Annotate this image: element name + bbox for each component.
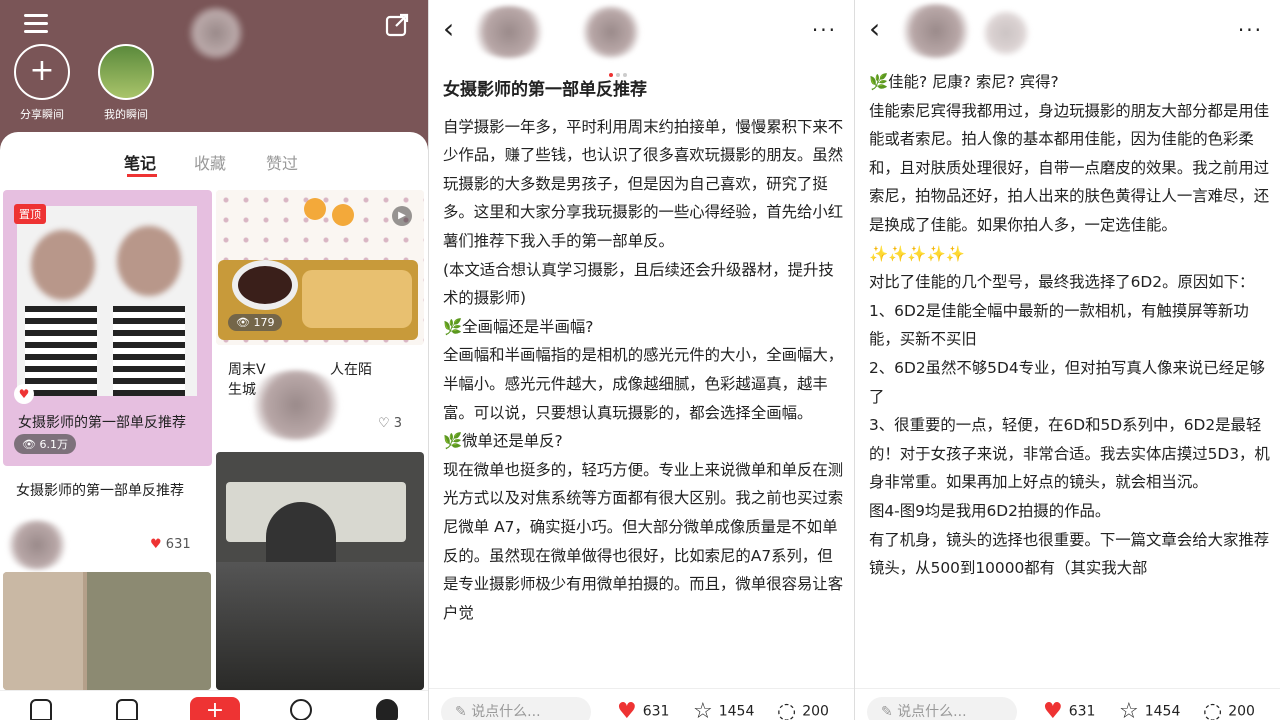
article-panel-continued: ‹ ··· 🌿佳能? 尼康? 索尼? 宾得? 佳能索尼宾得我都用过，身边玩摄影的… [854,0,1280,720]
tab-notes[interactable]: 笔记 [124,150,156,174]
messages-icon[interactable] [290,699,312,720]
list-item: 1、6D2是佳能全幅中最新的一款相机，有触摸屏等新功能，买新不买旧 [869,301,1249,349]
paragraph: 有了机身，镜头的选择也很重要。下一篇文章会给大家推荐镜头，从500到10000都… [869,530,1270,578]
section-heading: 🌿全画幅还是半画幅? [443,317,594,336]
field-thumbnail [98,44,154,100]
blurred-username [579,6,643,58]
paragraph: 自学摄影一年多，平时利用周末约拍接单，慢慢累积下来不少作品，赚了些钱，也认识了很… [443,117,844,250]
engagement-bar: ✎ 说点什么... ♥ 631 ☆ 1454 ◌ 200 [429,688,854,720]
more-icon[interactable]: ··· [812,18,837,42]
article-body: 🌿佳能? 尼康? 索尼? 宾得? 佳能索尼宾得我都用过，身边玩摄影的朋友大部分都… [869,68,1273,583]
article-header: ‹ ··· [855,0,1280,62]
more-icon[interactable]: ··· [1238,18,1263,42]
blurred-avatar [469,6,549,58]
note-likes[interactable]: ♥ 631 [150,537,191,552]
list-item: 3、很重要的一点，轻便，在6D和5D系列中，6D2是最轻的！对于女孩子来说，非常… [869,416,1270,492]
menu-icon[interactable] [24,14,48,34]
tab-favorites[interactable]: 收藏 [194,150,226,174]
section-heading: 🌿微单还是单反? [443,432,563,451]
blurred-username [981,10,1031,56]
paragraph: 图4-图9均是我用6D2拍摄的作品。 [869,501,1111,520]
comment-icon: ◌ [777,699,797,720]
blurred-avatar [897,4,975,58]
publish-button[interactable]: + [190,697,240,720]
comment-button[interactable]: ◌ 200 [777,699,829,720]
likes-count: 631 [165,537,191,552]
shop-icon[interactable] [116,699,138,720]
paragraph: 全画幅和半画幅指的是相机的感光元件的大小，全画幅大，半幅小。感光元件越大，成像越… [443,346,844,422]
pinned-badge: 置顶 [14,204,46,224]
video-play-icon: ▶ [392,206,412,226]
paragraph: 对比了佳能的几个型号，最终我选择了6D2。原因如下： [869,273,1255,292]
views-count: 6.1万 [39,438,68,451]
profile-icon[interactable] [376,699,398,720]
engagement-bar: ✎ 说点什么... ♥ 631 ☆ 1454 ◌ 200 [855,688,1280,720]
views-badge: 👁 179 [228,314,283,331]
views-count: 179 [253,316,275,329]
back-icon[interactable]: ‹ [869,14,880,44]
back-icon[interactable]: ‹ [443,14,454,44]
favorite-button[interactable]: ☆ 1454 [1119,699,1180,720]
building-note-card[interactable] [3,572,211,690]
comment-icon: ◌ [1203,699,1223,720]
section-heading: 🌿佳能? 尼康? 索尼? 宾得? [869,73,1059,91]
comment-input[interactable]: ✎ 说点什么... [867,697,1017,720]
views-badge: 👁 6.1万 [14,434,76,454]
article-panel: ‹ ··· 女摄影师的第一部单反推荐 自学摄影一年多，平时利用周末约拍接单，慢慢… [428,0,854,720]
note-title[interactable]: 女摄影师的第一部单反推荐 [16,480,202,502]
article-header: ‹ ··· [429,0,854,62]
share-moment[interactable]: + 分享瞬间 [2,44,82,122]
card-overlay-title: 女摄影师的第一部单反推荐 [18,415,186,431]
sparkle-divider: ✨✨✨✨✨ [869,244,965,263]
share-moment-label: 分享瞬间 [20,108,64,121]
my-moment-label: 我的瞬间 [104,108,148,121]
people-photo [17,206,197,396]
blurred-avatar [186,6,246,60]
heart-icon: ♥ [14,384,34,404]
plus-icon: + [14,44,70,100]
comment-input[interactable]: ✎ 说点什么... [441,697,591,720]
likes-count: 3 [393,416,403,431]
paragraph: 佳能索尼宾得我都用过，身边玩摄影的朋友大部分都是用佳能或者索尼。拍人像的基本都用… [869,101,1270,234]
tab-liked[interactable]: 赞过 [266,150,298,174]
favorite-button[interactable]: ☆ 1454 [693,699,754,720]
active-tab-underline [127,174,157,177]
heart-outline-icon: ♡ [378,416,390,431]
my-moment[interactable]: 我的瞬间 [86,44,166,122]
bottom-nav: + [0,690,428,720]
paragraph: (本文适合想认真学习摄影，且后续还会升级器材，提升技术的摄影师) [443,260,834,308]
note-likes[interactable]: ♡ 3 [378,416,402,431]
heart-icon: ♥ [150,537,162,552]
bridge-note-card[interactable] [216,452,424,690]
blurred-overlay [246,370,346,440]
home-icon[interactable] [30,699,52,720]
share-out-icon[interactable] [384,12,410,38]
star-icon: ☆ [693,699,713,720]
article-title: 女摄影师的第一部单反推荐 [443,80,647,100]
star-icon: ☆ [1119,699,1139,720]
profile-panel: + 分享瞬间 我的瞬间 笔记 收藏 赞过 置顶 ♥ 女摄影师的第一部单反推荐 👁… [0,0,428,720]
comment-button[interactable]: ◌ 200 [1203,699,1255,720]
like-button[interactable]: ♥ 631 [617,699,669,720]
like-button[interactable]: ♥ 631 [1043,699,1095,720]
blurred-avatar [4,520,70,570]
heart-icon: ♥ [617,699,637,720]
paragraph: 现在微单也挺多的，轻巧方便。专业上来说微单和单反在测光方式以及对焦系统等方面都有… [443,460,844,622]
article-body: 女摄影师的第一部单反推荐 自学摄影一年多，平时利用周末约拍接单，慢慢累积下来不少… [443,76,847,627]
heart-icon: ♥ [1043,699,1063,720]
list-item: 2、6D2虽然不够5D4专业，但对拍写真人像来说已经足够了 [869,358,1265,406]
